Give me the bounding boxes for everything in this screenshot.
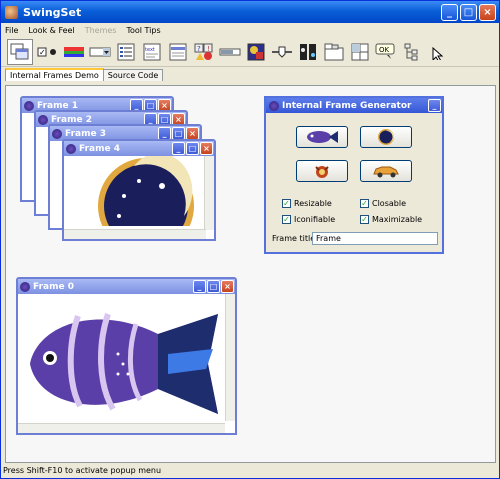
create-fish-frame-button[interactable] (296, 126, 348, 148)
frame-4-title: Frame 4 (79, 143, 120, 154)
svg-text:✓: ✓ (39, 48, 46, 57)
frame-fish-icon (38, 114, 48, 125)
buttons-demo-icon[interactable]: ✓ (37, 41, 59, 63)
svg-text:!: ! (207, 45, 210, 53)
internal-frame-generator[interactable]: Internal Frame Generator _ ✓ Resizable ✓ C… (264, 96, 444, 254)
toolbar: ✓ text ?! OK (1, 37, 499, 67)
create-creature-frame-button[interactable] (296, 160, 348, 182)
list-icon[interactable] (167, 41, 189, 63)
mouse-cursor-icon (431, 40, 445, 63)
checkbox-box: ✓ (360, 199, 369, 208)
iconifiable-label: Iconifiable (294, 215, 336, 224)
menu-look-feel[interactable]: Look & Feel (28, 26, 74, 35)
frame-3-title: Frame 3 (65, 128, 106, 139)
frame-1-title: Frame 1 (37, 100, 78, 111)
maximizable-label: Maximizable (372, 215, 423, 224)
title-bar[interactable]: SwingSet _ □ × (1, 1, 499, 23)
maximizable-checkbox[interactable]: ✓ Maximizable (360, 215, 422, 224)
frame-fish-icon (24, 100, 34, 111)
svg-text:?: ? (197, 45, 201, 53)
horizontal-scrollbar[interactable] (18, 423, 225, 433)
close-button[interactable]: × (479, 3, 496, 21)
close-button[interactable]: × (200, 142, 213, 155)
frame-title-input[interactable]: Frame (312, 232, 438, 245)
internal-frame-0[interactable]: Frame 0 _ □ × (16, 277, 237, 435)
html-editor-icon[interactable]: text (141, 41, 163, 63)
vertical-scrollbar[interactable] (204, 156, 214, 230)
frame-moon-icon (66, 143, 76, 154)
internal-frames-demo-icon[interactable] (7, 38, 33, 65)
frame-title-label: Frame title: (272, 234, 318, 243)
close-button[interactable]: × (221, 280, 234, 293)
demo-tabs: Internal Frames Demo Source Code (1, 67, 499, 81)
checkbox-box: ✓ (282, 199, 291, 208)
create-moon-frame-button[interactable] (360, 126, 412, 148)
minimize-button[interactable]: _ (441, 3, 458, 21)
frame-title-bar[interactable]: Frame 4 _ □ × (64, 141, 214, 156)
tab-source-code[interactable]: Source Code (102, 69, 164, 81)
minimize-button[interactable]: _ (172, 142, 185, 155)
svg-text:text: text (145, 47, 155, 53)
option-pane-icon[interactable]: ?! (193, 41, 215, 63)
minimize-button[interactable]: _ (428, 99, 441, 112)
closable-checkbox[interactable]: ✓ Closable (360, 199, 406, 208)
resizable-label: Resizable (294, 199, 332, 208)
menu-bar: File Look & Feel Themes Tool Tips (1, 23, 499, 37)
menu-tool-tips[interactable]: Tool Tips (126, 26, 160, 35)
moon-icon (378, 129, 394, 145)
split-pane-icon[interactable] (297, 41, 319, 63)
generator-title-bar[interactable]: Internal Frame Generator _ (266, 98, 442, 113)
svg-text:OK: OK (379, 46, 390, 54)
frame-fish-icon (52, 128, 62, 139)
tool-tip-icon[interactable]: OK (375, 41, 397, 63)
closable-label: Closable (372, 199, 406, 208)
creature-icon (315, 166, 329, 178)
horizontal-scrollbar[interactable] (64, 229, 206, 239)
tabbed-pane-icon[interactable] (323, 41, 345, 63)
create-car-frame-button[interactable] (360, 160, 412, 182)
generator-icon (269, 100, 279, 111)
menu-file[interactable]: File (5, 26, 18, 35)
moon-image (64, 153, 204, 239)
frame-title-bar[interactable]: Frame 0 _ □ × (18, 279, 235, 294)
scroll-pane-icon[interactable] (245, 41, 267, 63)
fish-icon (307, 131, 338, 143)
tree-icon[interactable] (401, 41, 423, 63)
file-chooser-icon[interactable] (115, 41, 137, 63)
color-chooser-icon[interactable] (63, 41, 85, 63)
checkbox-box: ✓ (360, 215, 369, 224)
tab-internal-frames-demo[interactable]: Internal Frames Demo (5, 68, 104, 81)
progress-bar-icon[interactable] (219, 41, 241, 63)
app-icon (5, 5, 18, 19)
maximize-button[interactable]: □ (186, 142, 199, 155)
menu-themes[interactable]: Themes (85, 26, 117, 35)
window-title: SwingSet (23, 5, 82, 19)
checkbox-box: ✓ (282, 215, 291, 224)
frame-0-title: Frame 0 (33, 281, 74, 292)
vertical-scrollbar[interactable] (225, 294, 235, 421)
frame-fish-icon (20, 281, 30, 292)
generator-title: Internal Frame Generator (282, 100, 412, 111)
maximize-button[interactable]: □ (207, 280, 220, 293)
table-icon[interactable] (349, 41, 371, 63)
internal-frame-4[interactable]: Frame 4 _ □ × (62, 139, 216, 241)
combobox-icon[interactable] (89, 41, 111, 63)
maximize-button[interactable]: □ (460, 3, 477, 21)
minimize-button[interactable]: _ (193, 280, 206, 293)
slider-icon[interactable] (271, 41, 293, 63)
car-icon (373, 166, 399, 178)
swingset-window: SwingSet _ □ × File Look & Feel Themes T… (0, 0, 500, 479)
resizable-checkbox[interactable]: ✓ Resizable (282, 199, 332, 208)
frame-2-title: Frame 2 (51, 114, 92, 125)
status-bar: Press Shift-F10 to activate popup menu (3, 466, 162, 475)
iconifiable-checkbox[interactable]: ✓ Iconifiable (282, 215, 335, 224)
fish-image (18, 294, 223, 419)
